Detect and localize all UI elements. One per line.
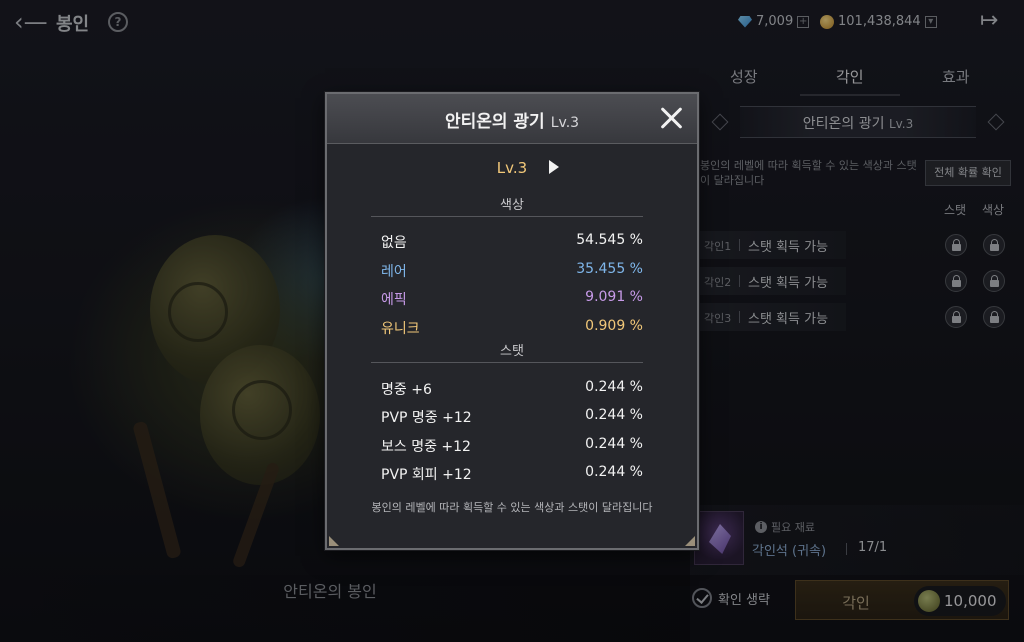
modal-header: 안티온의 광기 Lv.3 — [327, 94, 697, 144]
color-prob-row: 에픽 9.091 % — [381, 289, 643, 309]
modal-footnote: 봉인의 레벨에 따라 획득할 수 있는 색상과 스탯이 달라집니다 — [371, 501, 653, 514]
stat-name: PVP 명중 +12 — [381, 410, 472, 426]
stat-section-title: 스탯 — [500, 344, 524, 359]
modal-title-level: Lv.3 — [550, 115, 580, 131]
corner-ornament — [685, 536, 695, 546]
color-name: 없음 — [381, 235, 407, 251]
section-divider — [371, 362, 643, 363]
modal-title-name: 안티온의 광기 — [444, 112, 545, 132]
color-name: 유니크 — [381, 321, 420, 337]
color-name: 레어 — [381, 264, 407, 280]
color-prob-row: 레어 35.455 % — [381, 261, 643, 281]
color-name: 에픽 — [381, 292, 407, 308]
color-pct: 9.091 % — [585, 289, 643, 305]
stat-pct: 0.244 % — [585, 436, 643, 452]
stat-prob-row: 보스 명중 +12 0.244 % — [381, 436, 643, 456]
color-section-title: 색상 — [500, 198, 524, 213]
color-prob-row: 없음 54.545 % — [381, 232, 643, 252]
level-selector: Lv.3 — [327, 158, 697, 177]
probability-modal: 안티온의 광기 Lv.3 Lv.3 색상 없음 54.545 % 레어 35.45… — [325, 92, 699, 550]
next-level-icon[interactable] — [549, 160, 559, 174]
close-icon[interactable] — [657, 104, 685, 132]
stat-name: PVP 회피 +12 — [381, 467, 472, 483]
stat-pct: 0.244 % — [585, 379, 643, 395]
color-pct: 0.909 % — [585, 318, 643, 334]
stat-pct: 0.244 % — [585, 464, 643, 480]
level-label: Lv.3 — [496, 159, 528, 177]
color-pct: 54.545 % — [576, 232, 643, 248]
stat-name: 명중 +6 — [381, 382, 432, 398]
corner-ornament — [329, 536, 339, 546]
color-pct: 35.455 % — [576, 261, 643, 277]
stat-prob-row: 명중 +6 0.244 % — [381, 379, 643, 399]
color-prob-row: 유니크 0.909 % — [381, 318, 643, 338]
stat-name: 보스 명중 +12 — [381, 439, 471, 455]
modal-title: 안티온의 광기 Lv.3 — [327, 107, 697, 132]
stat-prob-row: PVP 명중 +12 0.244 % — [381, 407, 643, 427]
stat-prob-row: PVP 회피 +12 0.244 % — [381, 464, 643, 484]
section-divider — [371, 216, 643, 217]
stat-pct: 0.244 % — [585, 407, 643, 423]
